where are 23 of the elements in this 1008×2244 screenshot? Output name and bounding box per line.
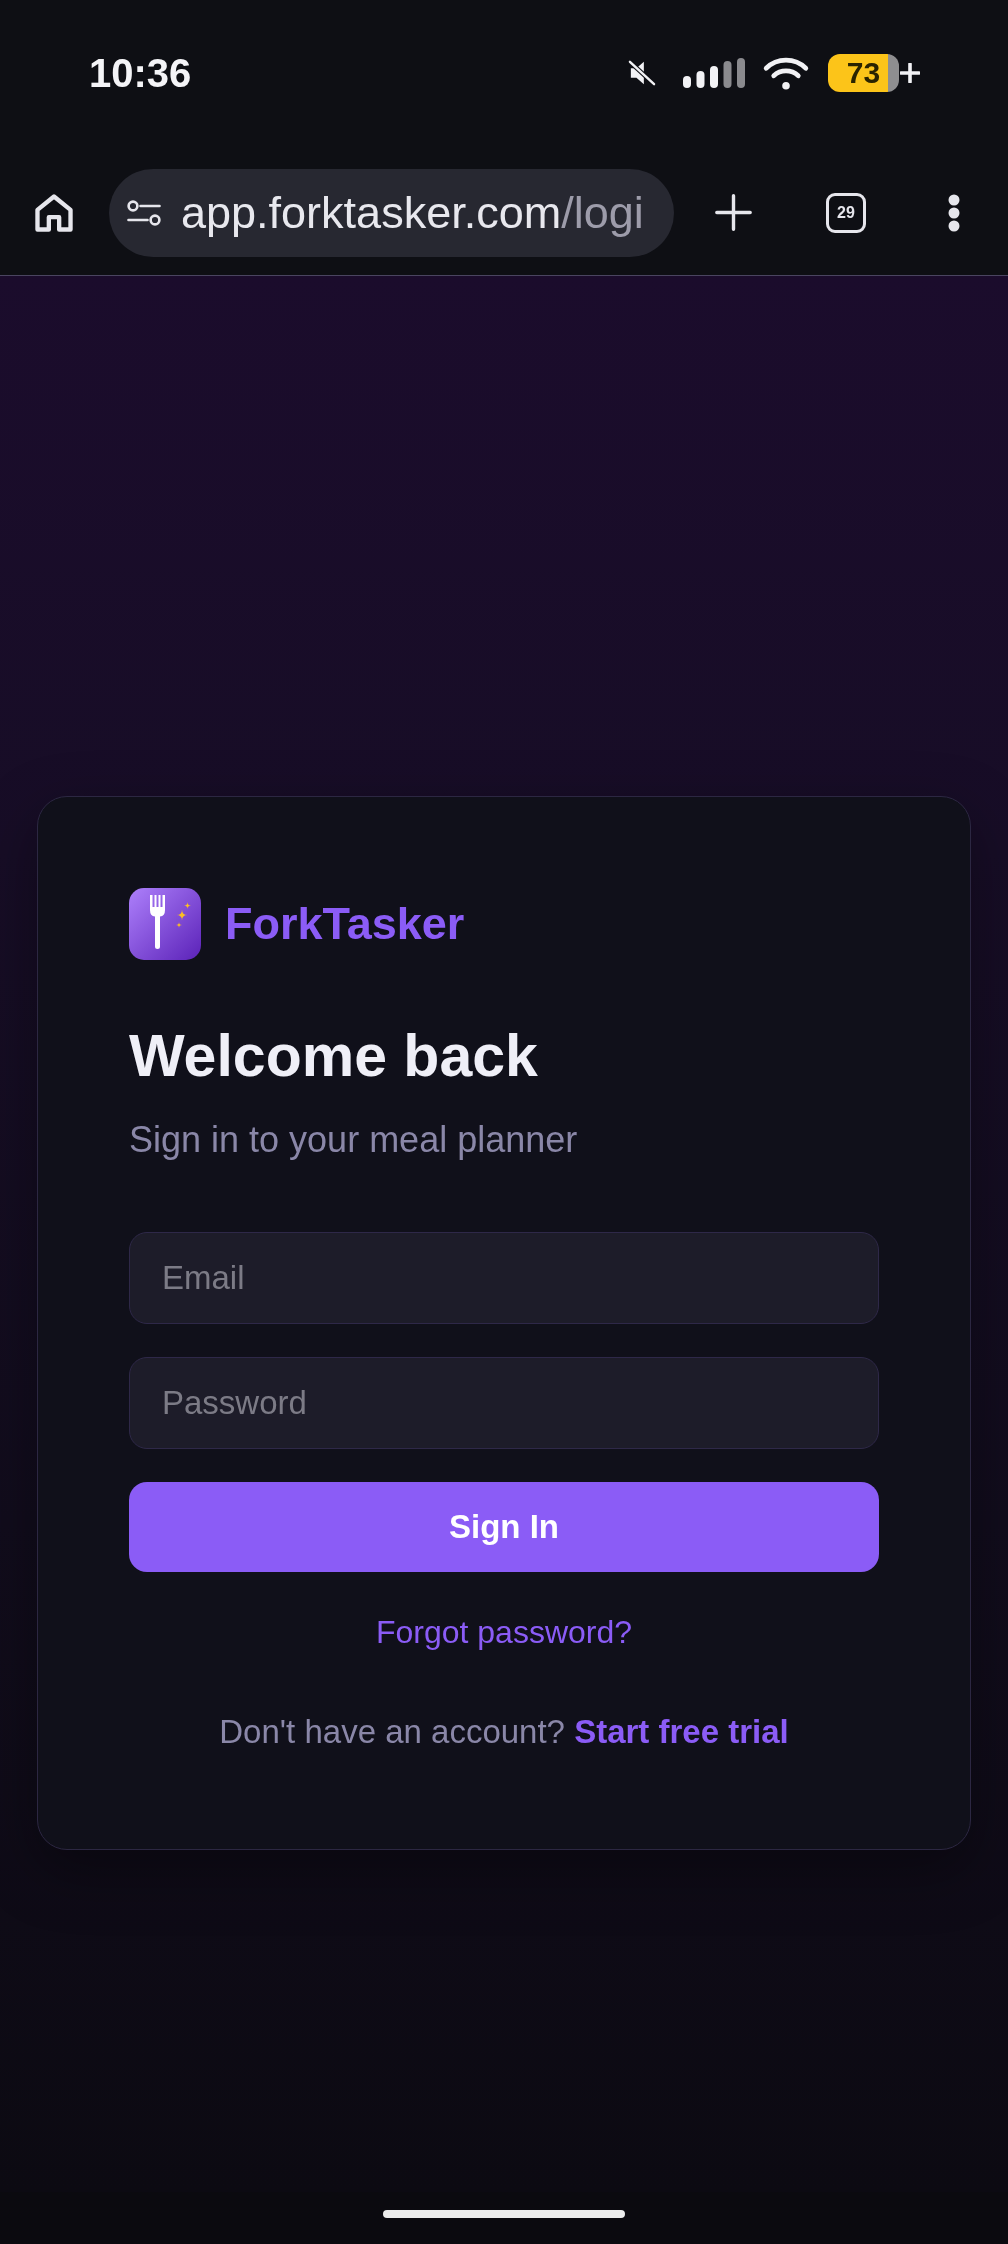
url-text: app.forktasker.com/logi: [181, 185, 644, 240]
start-trial-link[interactable]: Start free trial: [574, 1713, 789, 1750]
muted-speaker-icon: [628, 60, 656, 86]
wifi-icon: [762, 56, 810, 90]
tab-count-button[interactable]: 29: [826, 192, 866, 233]
sign-in-button[interactable]: Sign In: [129, 1482, 879, 1572]
address-bar[interactable]: app.forktasker.com/logi: [109, 168, 674, 257]
site-settings-icon[interactable]: [127, 199, 161, 226]
input-field[interactable]: Email: [129, 1232, 879, 1324]
forgot-password-link[interactable]: Forgot password?: [375, 1612, 633, 1652]
page-subtitle: Sign in to your meal planner: [129, 1119, 579, 1161]
page-heading: Welcome back: [129, 1023, 539, 1090]
signal-icon: [683, 58, 745, 88]
plus-icon[interactable]: [715, 194, 752, 231]
input-field[interactable]: Password: [129, 1357, 879, 1449]
home-icon[interactable]: [35, 193, 73, 232]
menu-icon[interactable]: [948, 193, 960, 232]
brand-name: ForkTasker: [225, 897, 465, 951]
status-time: 10:36: [89, 52, 192, 94]
fork-logo-icon: [129, 888, 201, 960]
battery-level: 73: [828, 54, 899, 92]
plus-icon: [900, 63, 920, 83]
signup-prompt: Don't have an account?: [219, 1713, 565, 1750]
